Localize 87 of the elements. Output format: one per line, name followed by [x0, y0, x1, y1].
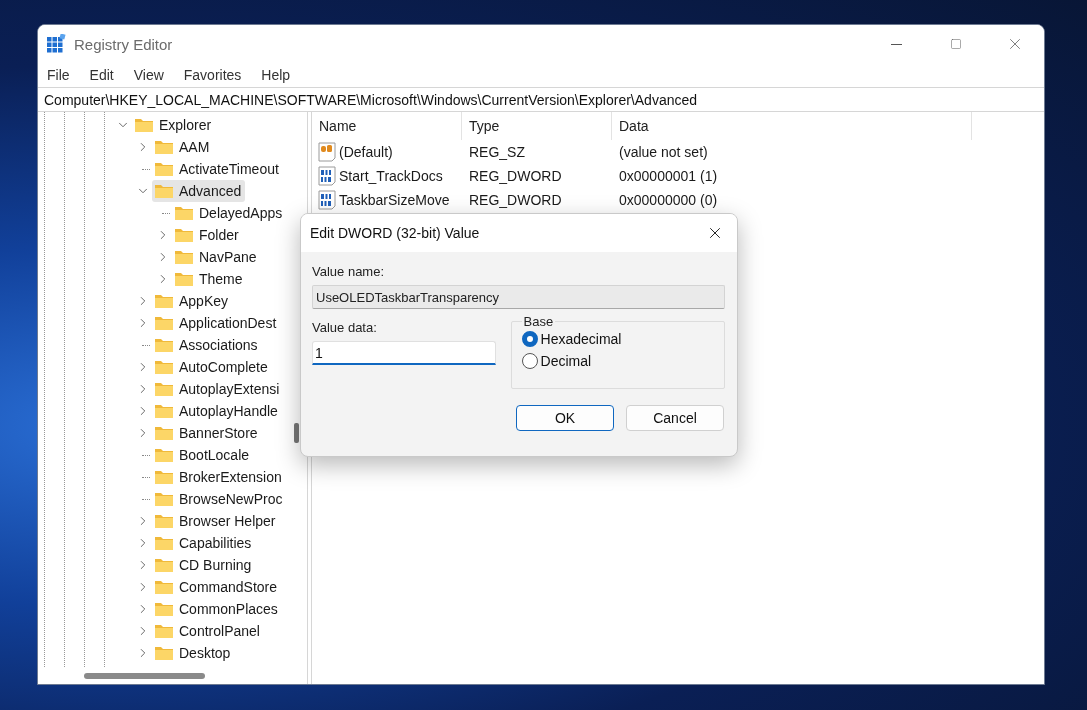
string-value-icon: [317, 142, 337, 162]
folder-icon: [174, 271, 194, 287]
table-cell-text: 0x00000000 (0): [618, 192, 719, 208]
folder-icon: [154, 535, 174, 551]
table-cell-text: REG_DWORD: [468, 192, 563, 208]
radio-option[interactable]: Hexadecimal: [521, 331, 714, 347]
tree-item[interactable]: CD Burning: [152, 554, 256, 576]
tree-item[interactable]: AppKey: [152, 290, 233, 312]
folder-icon: [154, 139, 174, 155]
folder-icon: [154, 403, 174, 419]
table-cell-text: REG_DWORD: [468, 168, 563, 184]
tree-item[interactable]: BrowseNewProc: [152, 488, 287, 510]
tree-item[interactable]: ApplicationDest: [152, 312, 281, 334]
table-cell-text: REG_SZ: [468, 144, 526, 160]
tree-item[interactable]: AAM: [152, 136, 214, 158]
folder-icon: [174, 227, 194, 243]
column-header[interactable]: Name: [312, 112, 462, 140]
binary-value-icon: [317, 190, 337, 210]
scrollbar-thumb[interactable]: [294, 423, 299, 443]
tree-item[interactable]: Folder: [172, 224, 243, 246]
input-field[interactable]: 1: [312, 341, 496, 365]
folder-icon: [154, 183, 174, 199]
value-name-cell[interactable]: (Default): [312, 142, 462, 162]
tree-item[interactable]: BannerStore: [152, 422, 262, 444]
tree-item[interactable]: Desktop: [152, 642, 235, 664]
folder-icon: [154, 469, 174, 485]
tree-item[interactable]: Theme: [172, 268, 247, 290]
tree-item[interactable]: CommonPlaces: [152, 598, 282, 620]
folder-icon: [154, 491, 174, 507]
scrollbar-thumb[interactable]: [84, 673, 205, 679]
folder-icon: [154, 645, 174, 661]
menu-item[interactable]: Favorites: [176, 64, 249, 86]
folder-icon: [154, 381, 174, 397]
maximize-icon: [949, 38, 962, 50]
folder-icon: [134, 117, 154, 133]
tree-item[interactable]: AutoplayExtensi: [152, 378, 284, 400]
window-title: Registry Editor: [74, 35, 174, 53]
input-field[interactable]: UseOLEDTaskbarTransparency: [312, 285, 725, 309]
menu-item[interactable]: Edit: [82, 64, 121, 86]
folder-icon: [154, 161, 174, 177]
tree-item[interactable]: ActivateTimeout: [152, 158, 283, 180]
folder-icon: [154, 425, 174, 441]
folder-icon: [154, 557, 174, 573]
group-label: Base: [522, 314, 555, 329]
tree-item[interactable]: Associations: [152, 334, 262, 356]
tree-item[interactable]: Advanced: [152, 180, 246, 202]
dialog-button[interactable]: Cancel: [626, 405, 724, 431]
folder-icon: [154, 601, 174, 617]
folder-icon: [154, 293, 174, 309]
dialog-button[interactable]: OK: [516, 405, 614, 431]
field-label: Value data:: [312, 320, 378, 335]
address-bar[interactable]: Computer\HKEY_LOCAL_MACHINE\SOFTWARE\Microsoft\Windows\CurrentVersion\Explorer\Advanced: [38, 87, 1044, 112]
menu-item[interactable]: View: [126, 64, 171, 86]
tree-item[interactable]: ControlPanel: [152, 620, 264, 642]
binary-value-icon: [317, 166, 337, 186]
radio-option[interactable]: Decimal: [521, 353, 714, 369]
tree-item[interactable]: Browser Helper: [152, 510, 280, 532]
folder-icon: [154, 623, 174, 639]
field-label: Value name:: [312, 264, 386, 279]
registry-app-icon: [46, 34, 66, 54]
tree-item[interactable]: AutoplayHandle: [152, 400, 282, 422]
dialog-title: Edit DWORD (32-bit) Value: [310, 225, 481, 241]
value-name-cell[interactable]: Start_TrackDocs: [312, 166, 462, 186]
tree-item[interactable]: DelayedApps: [172, 202, 287, 224]
table-cell-text: (value not set): [618, 144, 709, 160]
tree-item[interactable]: BrokerExtension: [152, 466, 286, 488]
folder-icon: [154, 513, 174, 529]
tree-item[interactable]: NavPane: [172, 246, 261, 268]
column-header[interactable]: Type: [462, 112, 612, 140]
folder-icon: [154, 359, 174, 375]
tree-item[interactable]: CommandStore: [152, 576, 282, 598]
tree-item[interactable]: Explorer: [132, 114, 216, 136]
folder-icon: [174, 249, 194, 265]
folder-icon: [154, 337, 174, 353]
tree-item[interactable]: Capabilities: [152, 532, 256, 554]
column-header[interactable]: Data: [612, 112, 972, 140]
folder-icon: [154, 579, 174, 595]
folder-icon: [154, 315, 174, 331]
menu-item[interactable]: Help: [254, 64, 298, 86]
minimize-icon: [891, 43, 902, 45]
folder-icon: [174, 205, 194, 221]
value-name-cell[interactable]: TaskbarSizeMove: [312, 190, 462, 210]
tree-item[interactable]: BootLocale: [152, 444, 254, 466]
table-cell-text: 0x00000001 (1): [618, 168, 719, 184]
tree-item[interactable]: AutoComplete: [152, 356, 272, 378]
menu-item[interactable]: File: [40, 64, 77, 86]
folder-icon: [154, 447, 174, 463]
